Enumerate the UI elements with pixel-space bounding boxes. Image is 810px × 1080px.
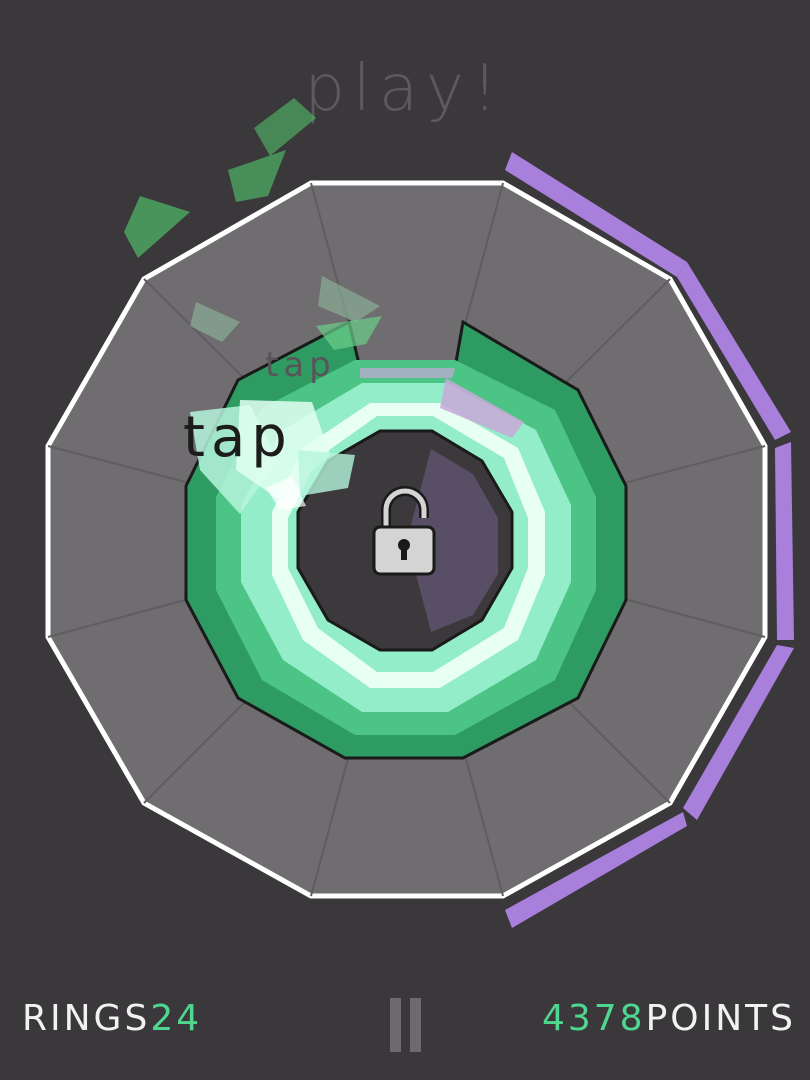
- rings-counter: RINGS24: [22, 998, 202, 1039]
- rings-value: 24: [150, 998, 203, 1039]
- pause-button[interactable]: [388, 998, 424, 1052]
- points-value: 4378: [541, 998, 646, 1039]
- progress-segment: [775, 442, 794, 640]
- game-board[interactable]: [0, 0, 810, 1080]
- tap-feedback: tap: [265, 345, 336, 385]
- pause-icon: [410, 998, 421, 1052]
- pause-icon: [390, 998, 401, 1052]
- tap-feedback: tap: [183, 405, 293, 470]
- rings-label: RINGS: [22, 998, 151, 1039]
- points-counter: 4378POINTS: [542, 998, 796, 1039]
- points-label: POINTS: [645, 998, 796, 1039]
- pending-segment: [360, 368, 455, 378]
- game-screen: play! tap tap RINGS24 4378POINTS: [0, 0, 810, 1080]
